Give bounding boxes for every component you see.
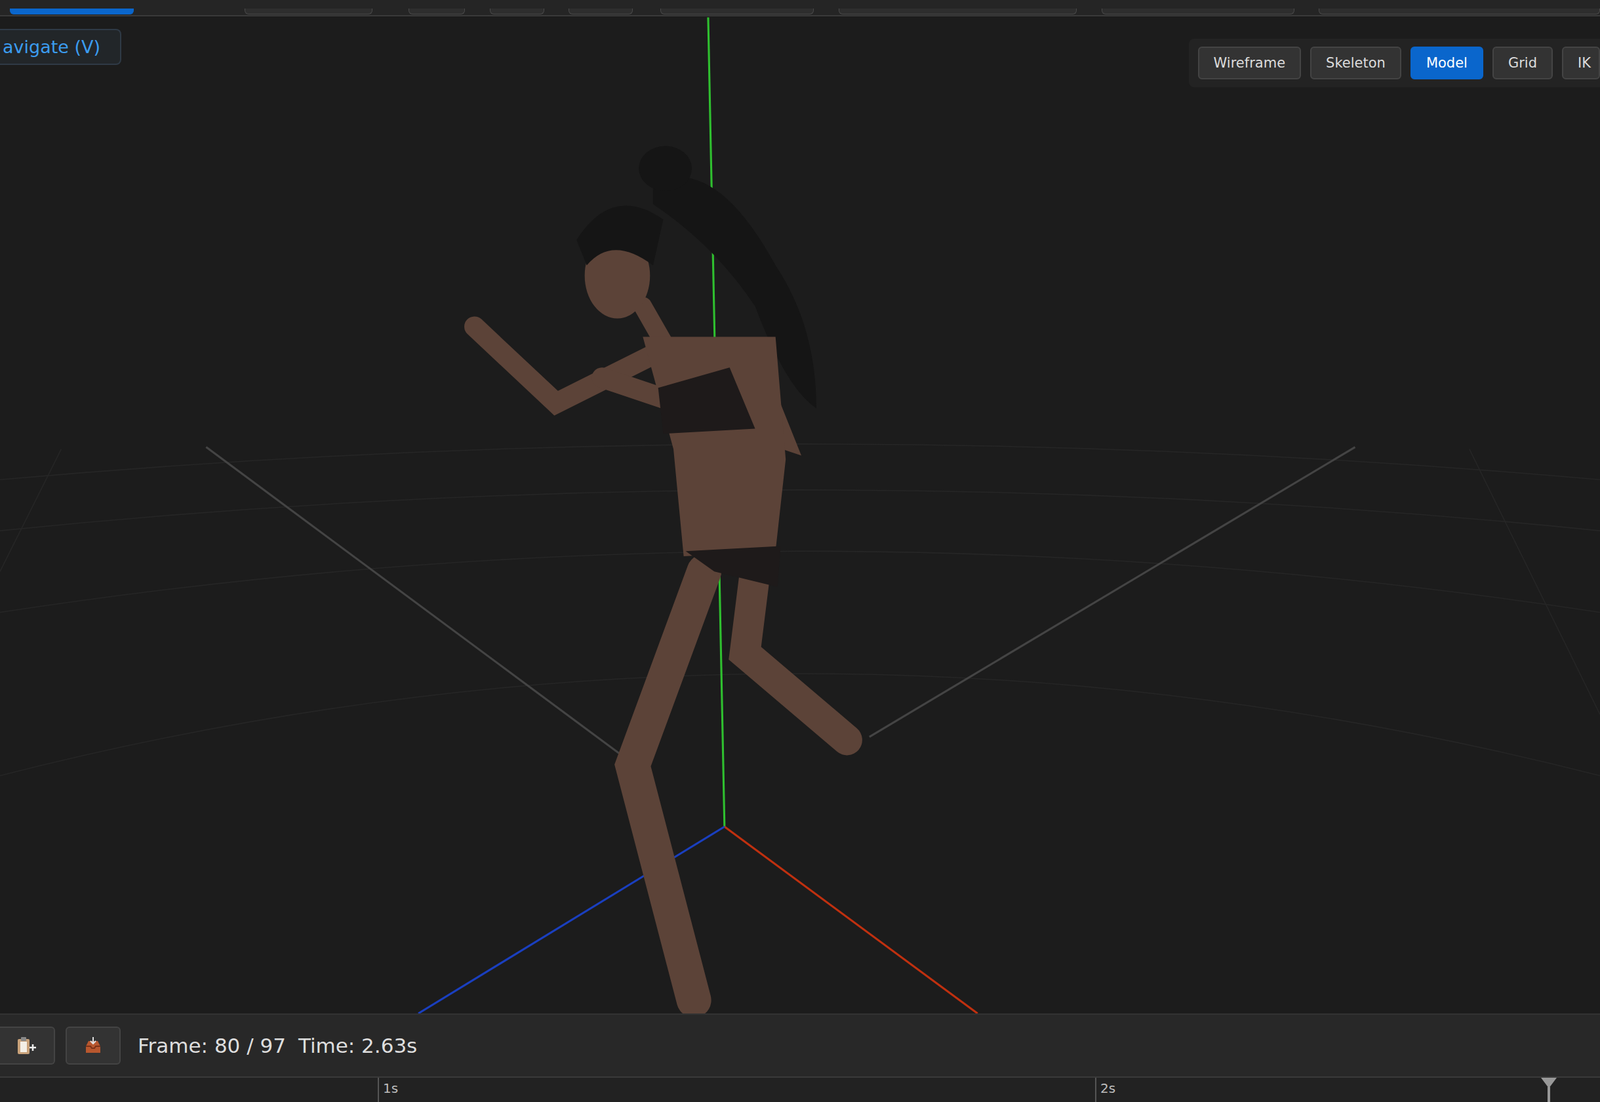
playback-bar: Frame: 80 / 97 Time: 2.63s [0,1013,1600,1077]
toolbar-button[interactable] [244,8,373,15]
toolbar-button[interactable] [660,8,814,15]
copy-frame-button[interactable] [0,1026,56,1065]
3d-viewport[interactable]: avigate (V) WireframeSkeletonModelGridIK [0,16,1600,1014]
view-toggle-button[interactable]: Skeleton [1310,46,1402,80]
view-toggle-button[interactable]: IK [1561,46,1600,80]
character-model[interactable] [474,146,848,1000]
toolbar-button[interactable] [1101,8,1295,15]
inbox-icon [83,1035,103,1056]
view-toggle-button[interactable]: Wireframe [1198,46,1302,80]
x-axis [724,826,978,1014]
toolbar-button[interactable] [1318,8,1600,15]
toolbar-button[interactable] [9,8,134,15]
animation-editor: avigate (V) WireframeSkeletonModelGridIK F… [0,0,1600,1102]
timeline-ruler[interactable]: 1s2s [0,1076,1600,1102]
scene-canvas[interactable] [0,16,1600,1014]
clipboard-plus-icon [15,1035,39,1056]
view-toggle-button[interactable]: Model [1410,46,1484,80]
grid-line [205,447,625,758]
top-toolbar [0,0,1600,17]
toolbar-button[interactable] [838,8,1077,15]
timeline-tick: 1s [377,1077,1096,1102]
frame-info: Frame: 80 / 97 Time: 2.63s [137,1033,418,1058]
view-toggles: WireframeSkeletonModelGridIK [1188,38,1600,88]
grid-line [869,447,1356,738]
toolbar-button[interactable] [408,8,465,15]
import-button[interactable] [65,1026,121,1065]
frame-counter: Frame: 80 / 97 [137,1033,286,1058]
view-toggle-button[interactable]: Grid [1492,46,1553,80]
time-readout: Time: 2.63s [298,1033,418,1058]
navigate-button[interactable]: avigate (V) [0,28,122,65]
toolbar-button[interactable] [568,8,633,15]
toolbar-button[interactable] [489,8,545,15]
timeline-tick: 2s [1095,1077,1600,1102]
